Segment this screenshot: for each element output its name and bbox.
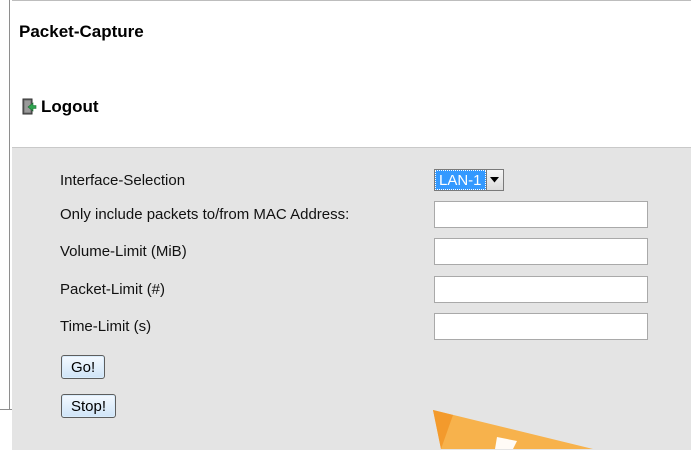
page-title: Packet-Capture — [19, 22, 144, 41]
mac-address-input[interactable] — [434, 201, 648, 228]
top-divider — [12, 0, 691, 1]
capture-form-panel: Interface-Selection LAN-1 Only include p… — [12, 147, 691, 450]
logout-link[interactable]: Logout — [21, 97, 99, 117]
mac-address-label: Only include packets to/from MAC Address… — [60, 206, 350, 223]
logout-label: Logout — [41, 97, 99, 116]
window-left-border-bottom — [0, 409, 12, 410]
packet-limit-input[interactable] — [434, 276, 648, 303]
window-left-border — [0, 0, 10, 410]
volume-limit-input[interactable] — [434, 238, 648, 265]
go-button[interactable]: Go! — [61, 355, 106, 379]
volume-limit-label: Volume-Limit (MiB) — [60, 243, 187, 260]
time-limit-input[interactable] — [434, 313, 648, 340]
stop-button[interactable]: Stop! — [61, 394, 117, 418]
interface-selection-label: Interface-Selection — [60, 172, 186, 189]
logout-door-icon — [21, 98, 37, 116]
packet-limit-label: Packet-Limit (#) — [60, 281, 166, 298]
interface-select[interactable]: LAN-1 — [434, 169, 504, 191]
packet-capture-page: Packet-Capture Logout Interface-Selectio… — [12, 0, 691, 450]
chevron-down-icon[interactable] — [485, 170, 503, 190]
time-limit-label: Time-Limit (s) — [60, 318, 152, 335]
interface-selected-value: LAN-1 — [435, 170, 486, 190]
